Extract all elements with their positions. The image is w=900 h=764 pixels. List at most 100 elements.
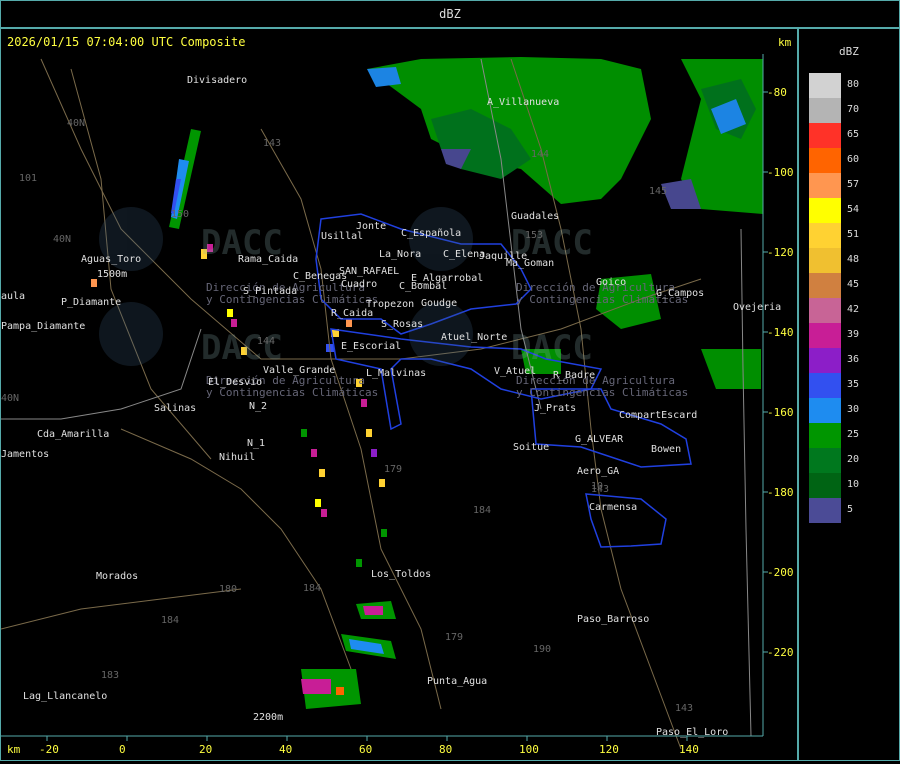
route-label: 40N [1,393,19,404]
place-label: Cda_Amarilla [37,429,109,440]
route-label: 150 [171,209,189,220]
place-label: R_Caida [331,308,373,319]
y-axis-ticks: -80 -100 -120 -140 -160 -180 -200 -220 [763,86,794,659]
place-label: R_Badre [553,370,595,381]
route-label: 184 [473,505,491,516]
place-label: Guadales [511,211,559,222]
place-label: Aguas_Toro [81,254,141,265]
place-label: El_Desvio [208,377,262,388]
legend-swatch [809,148,841,173]
place-label: J_Prats [534,403,576,414]
legend-swatch [809,73,841,98]
place-label: Carmensa [589,502,637,513]
route-label: 183 [101,670,119,681]
legend-label: 20 [847,454,860,465]
y-tick-label: -200 [767,566,794,579]
legend-label: 54 [847,204,860,215]
place-label: V_Atuel [494,366,536,377]
timestamp-label: 2026/01/15 07:04:00 UTC Composite [7,35,245,49]
place-label: Cuadro [341,279,377,290]
place-label: C_Española [401,228,461,239]
x-tick-label: 40 [279,743,292,756]
y-tick-label: -120 [767,246,794,259]
legend-swatch [809,423,841,448]
route-label: 143 [263,138,281,149]
place-label: C_Bombal [399,281,447,292]
route-label: 40N [53,234,71,245]
legend-swatch [809,498,841,523]
legend-swatch [809,223,841,248]
place-label: Divisadero [187,75,247,86]
y-axis-unit: km [778,36,792,49]
place-label: Goudge [421,298,457,309]
legend-label: 30 [847,404,860,415]
place-label: Rama_Caida [238,254,298,265]
legend-swatch [809,198,841,223]
place-label: La_Nora [379,249,421,260]
place-label: CompartEscard [619,410,697,421]
place-label: Punta_Agua [427,676,487,687]
place-label: E_Escorial [341,341,401,352]
place-label: 1500m [97,269,127,280]
x-tick-label: 120 [599,743,619,756]
place-label: Ovejeria [733,302,781,313]
place-label: Morados [96,571,138,582]
place-label: Jonte [356,221,386,232]
x-tick-label: -20 [39,743,59,756]
place-label: 2200m [253,712,283,723]
product-title: dBZ [439,7,461,21]
y-tick-label: -180 [767,486,794,499]
place-label: Jamentos [1,449,49,460]
place-label: Paso_Barroso [577,614,649,625]
x-tick-label: 80 [439,743,452,756]
place-label: Ma_Goman [506,258,554,269]
route-label: 179 [384,464,402,475]
route-label: 145 [649,186,667,197]
place-label: S_Rosas [381,319,423,330]
legend-label: 39 [847,329,860,340]
y-tick-label: -80 [767,86,787,99]
route-label: 184 [303,583,321,594]
place-label: Bowen [651,444,681,455]
place-label: Pampa_Diamante [1,321,85,332]
legend-label: 51 [847,229,860,240]
place-label: Soitue [513,442,549,453]
route-label: 184 [161,615,179,626]
radar-map-panel[interactable]: DACC DACC DACC DACC Dirección de Agricul… [0,28,798,761]
place-label: N_2 [249,401,267,412]
route-label: 180 [219,584,237,595]
legend-swatch [809,123,841,148]
x-axis-unit: km [7,743,21,756]
legend-unit: dBZ [839,45,859,58]
dbz-legend: dBZ 80 70 65 60 57 54 51 48 45 42 39 36 35 30 25 20 10 5 [798,28,900,761]
legend-label: 42 [847,304,860,315]
y-tick-label: -100 [767,166,794,179]
legend-swatch [809,398,841,423]
y-tick-label: -160 [767,406,794,419]
legend-label: 65 [847,129,860,140]
route-label: 143 [675,703,693,714]
title-bar: dBZ [0,0,900,28]
place-label: Valle_Grande [263,365,335,376]
legend-swatch [809,373,841,398]
legend-label: 80 [847,79,860,90]
legend-swatch [809,98,841,123]
place-label: Nihuil [219,452,255,463]
radar-map[interactable]: DACC DACC DACC DACC Dirección de Agricul… [0,29,797,760]
legend-color-bar [809,73,841,523]
route-label: 190 [533,644,551,655]
legend-label: 25 [847,429,860,440]
legend-label: 36 [847,354,860,365]
watermark-line-8: y Contingencias Climáticas [516,386,688,399]
place-label: A_Villanueva [487,97,559,108]
y-tick-label: -220 [767,646,794,659]
place-label: S_Pintada [243,286,297,297]
y-tick-label: -140 [767,326,794,339]
place-label: Los_Toldos [371,569,431,580]
x-axis-ticks: -20 0 20 40 60 80 100 120 140 [39,736,699,756]
legend-label: 48 [847,254,860,265]
svg-text:DACC: DACC [201,328,283,368]
legend-label: 57 [847,179,860,190]
place-label: Salinas [154,403,196,414]
place-label: Goico [596,277,626,288]
